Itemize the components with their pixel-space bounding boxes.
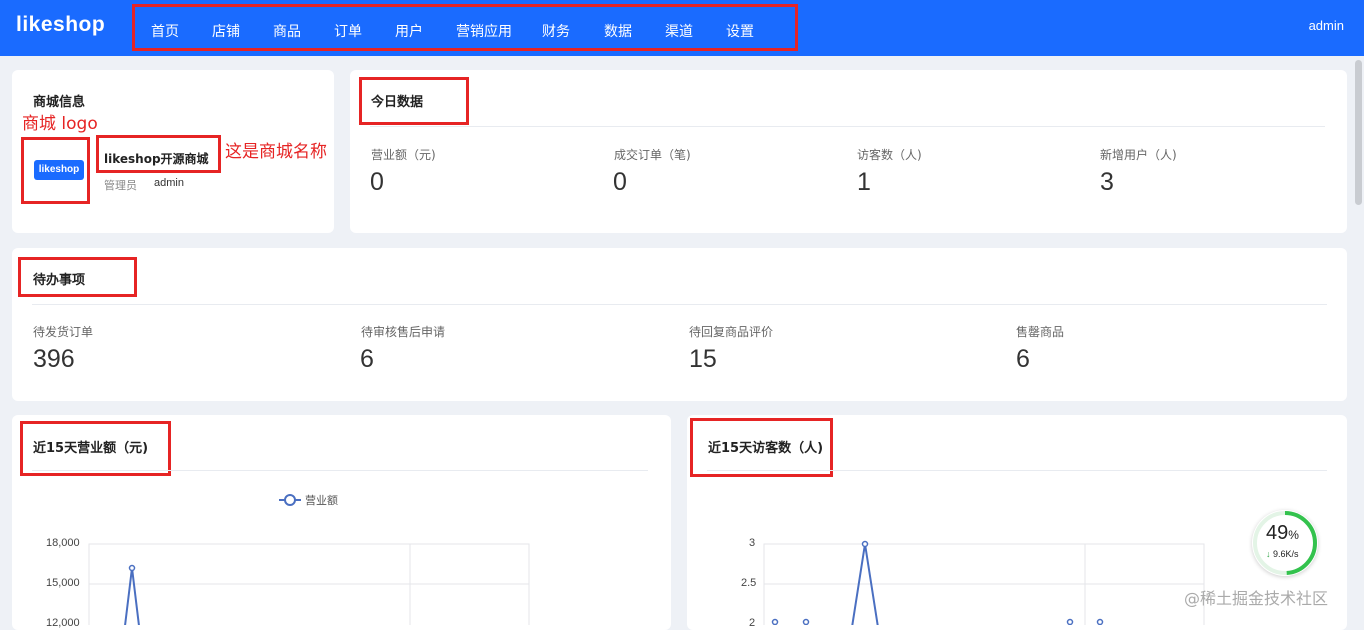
visitor-data-point (1066, 618, 1074, 625)
visitor-data-point (802, 618, 810, 625)
visitor-data-point (861, 540, 869, 548)
visitor-data-point (1096, 618, 1104, 625)
speed-percent: 49% (1266, 522, 1299, 544)
visitor-data-point (771, 618, 779, 625)
speed-rate: ↓ 9.6K/s (1266, 549, 1299, 559)
visitor-chart-plot (763, 540, 1205, 625)
visitor-data-points (771, 540, 1104, 625)
watermark: @稀土掘金技术社区 (1184, 589, 1329, 608)
